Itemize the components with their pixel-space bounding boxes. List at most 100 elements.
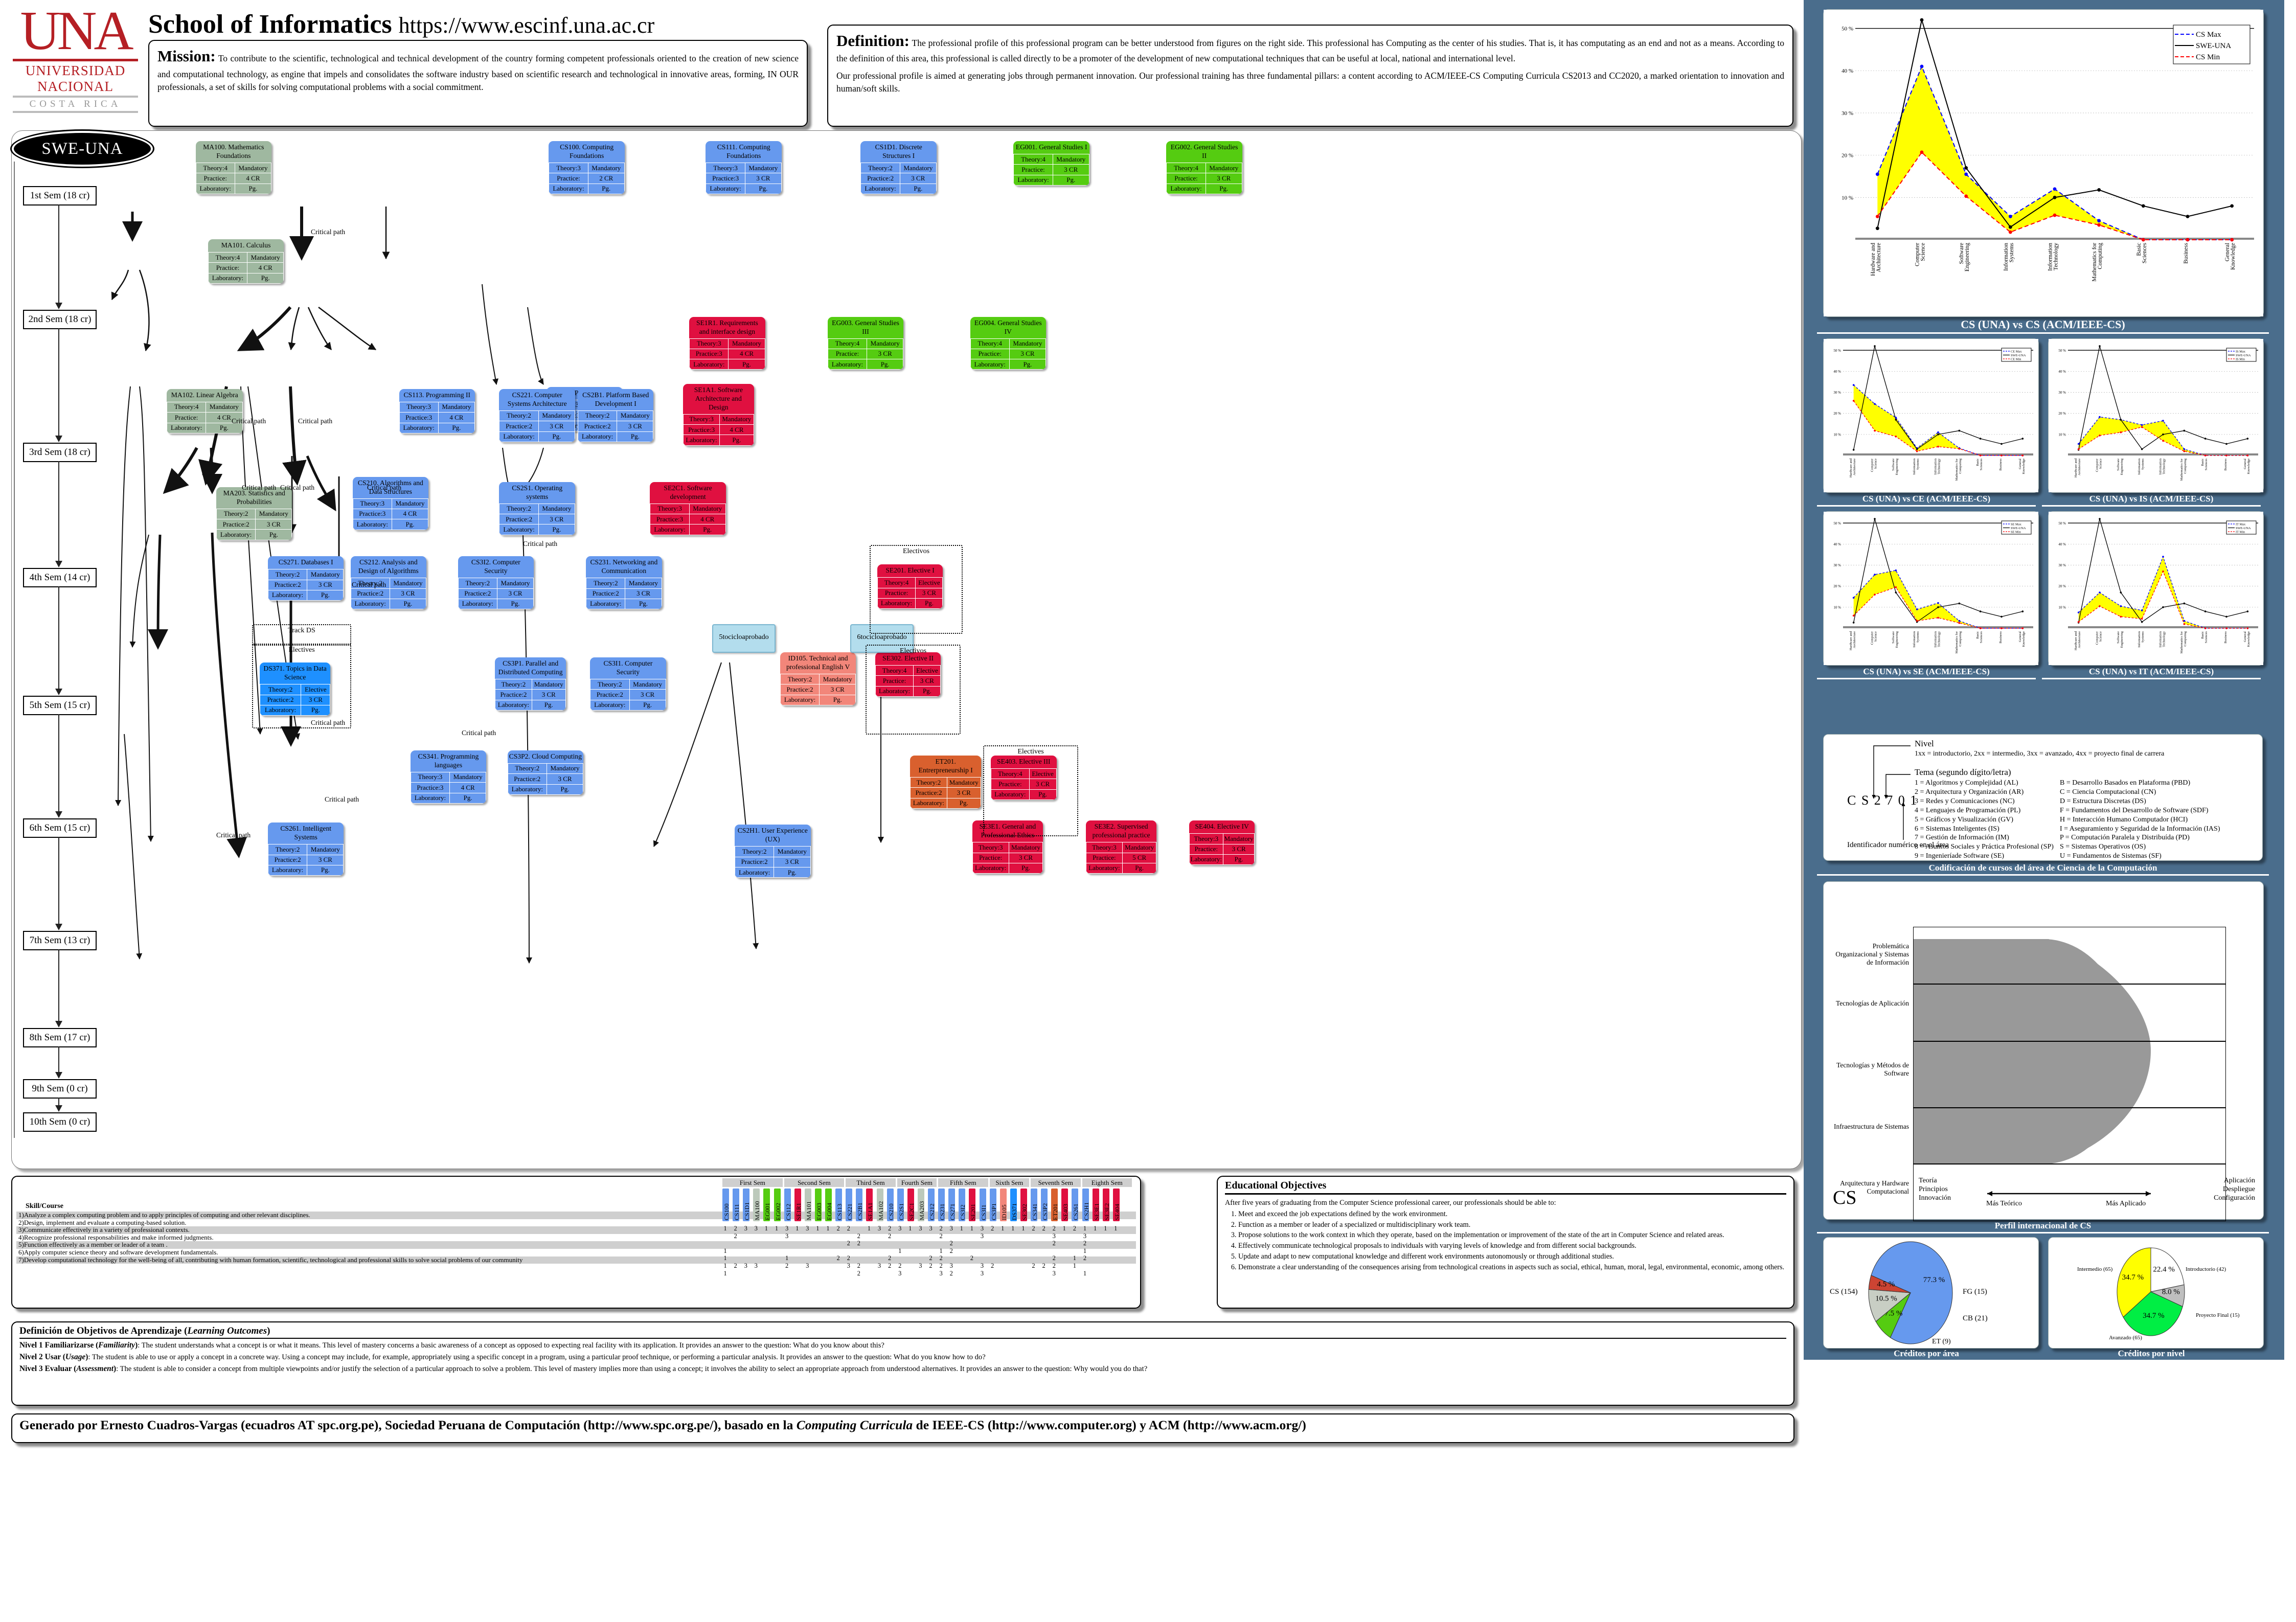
course-box-cs341[interactable]: CS341. Programming languages Theory:3 Mand… xyxy=(410,750,487,804)
matrix-cell: 3 xyxy=(877,1262,881,1269)
svg-text:Basic: Basic xyxy=(1976,631,1980,639)
course-box-et201[interactable]: ET201. Entrerpreneurship I Theory:2 Mandat… xyxy=(910,756,981,809)
svg-text:Software: Software xyxy=(2117,631,2120,644)
semester-box-8: 8th Sem (17 cr) xyxy=(23,1028,97,1047)
course-box-ma101[interactable]: MA101. Calculus Theory:4 Mandatory Practice… xyxy=(208,239,284,284)
course-box-se2c1[interactable]: SE2C1. Software development Theory:3 Manda… xyxy=(650,482,726,535)
svg-text:30 %: 30 % xyxy=(2058,563,2066,567)
course-box-se404[interactable]: SE404. Elective IV Theory:3 Mandatory Pract… xyxy=(1189,820,1255,865)
matrix-cell: 1 xyxy=(723,1247,727,1254)
course-title: CS271. Databases I xyxy=(278,558,333,566)
course-box-cs111[interactable]: CS111. Computing Foundations Theory:3 Mand… xyxy=(706,141,782,195)
educational-objectives-title: Educational Objectives xyxy=(1225,1180,1786,1195)
course-box-cs100[interactable]: CS100. Computing Foundations Theory:3 Mand… xyxy=(549,141,625,195)
credits-level-title: Créditos por nivel xyxy=(2118,1349,2185,1358)
semester-box-6: 6th Sem (15 cr) xyxy=(23,818,97,838)
course-box-cs1d1[interactable]: CS1D1. Discrete Structures I Theory:2 Mand… xyxy=(860,141,937,195)
course-box-cs3p1[interactable]: CS3P1. Parallel and Distributed Computin… xyxy=(495,657,566,711)
course-box-ma203[interactable]: MA203. Statistics and Probabilities Theor… xyxy=(216,487,292,540)
svg-text:Computing: Computing xyxy=(2097,243,2103,269)
course-box-id105[interactable]: ID105. Technical and professional Englis… xyxy=(780,652,856,705)
svg-text:10 %: 10 % xyxy=(1833,432,1841,437)
course-credits: 3 CR xyxy=(774,856,811,868)
course-practice: Practice:2 xyxy=(910,787,947,798)
course-box-cs261[interactable]: CS261. Intelligent Systems Theory:2 Mandat… xyxy=(267,823,344,876)
matrix-cell: 3 xyxy=(919,1225,922,1232)
matrix-cell: 2 xyxy=(847,1225,850,1232)
course-laboratory: Laboratory: xyxy=(860,183,900,195)
svg-text:50 %: 50 % xyxy=(1833,349,1841,353)
educational-objectives-panel: Educational Objectives After five years … xyxy=(1217,1176,1794,1309)
course-box-cs221[interactable]: CS221. Computer Systems Architecture Theo… xyxy=(499,389,575,442)
educational-objectives-list: Meet and exceed the job expectations def… xyxy=(1225,1209,1786,1272)
course-box-eg004[interactable]: EG004. General Studies IV Theory:4 Mandato… xyxy=(970,316,1047,370)
svg-text:Architecture: Architecture xyxy=(2078,459,2081,475)
matrix-cell: 1 xyxy=(775,1225,779,1232)
lo-level-text: : The student is able to consider a conc… xyxy=(116,1364,1148,1373)
course-practice: Practice:3 xyxy=(706,173,745,184)
school-name: School of Informatics xyxy=(148,10,392,39)
critical-path-label: Critical path xyxy=(367,484,402,491)
matrix-cell: 2 xyxy=(857,1269,860,1277)
matrix-cell: 3 xyxy=(898,1269,902,1277)
svg-text:Information: Information xyxy=(2159,458,2163,474)
matrix-cell: 2 xyxy=(939,1254,943,1262)
svg-text:10 %: 10 % xyxy=(1833,605,1841,609)
course-box-cs3i1[interactable]: CS3I1. Computer Security Theory:2 Mandator… xyxy=(590,657,666,711)
course-title: MA101. Calculus xyxy=(221,241,271,249)
course-practice: Practice:2 xyxy=(267,854,308,865)
course-pg: Pg. xyxy=(946,797,981,809)
course-details: Theory:2 Mandatory Practice:2 3 CR Laborator… xyxy=(577,410,654,442)
course-box-eg003[interactable]: EG003. General Studies III Theory:4 Mandat… xyxy=(827,316,904,370)
profile-left-axis-label: Teoría Principios Innovación xyxy=(1919,1177,1951,1202)
course-box-ma100[interactable]: MA100. Mathematics Foundations Theory:4 Ma… xyxy=(195,141,272,195)
course-box-cs3i2[interactable]: CS3I2. Computer Security Theory:2 Mandator… xyxy=(458,556,534,610)
course-box-se3e2[interactable]: SE3E2. Supervised professional practice T… xyxy=(1085,820,1157,874)
course-credits: 3 CR xyxy=(1008,852,1043,863)
course-box-cs231[interactable]: CS231. Networking and Communication Theor… xyxy=(586,556,662,610)
semester-label: 10th Sem (0 cr) xyxy=(29,1116,90,1127)
svg-text:Business: Business xyxy=(2183,242,2189,263)
course-laboratory: Laboratory: xyxy=(410,792,450,804)
matrix-course-code: CS212 xyxy=(928,1203,936,1220)
course-credits: 3 CR xyxy=(819,684,856,695)
course-credits: 3 CR xyxy=(744,173,782,184)
svg-text:Information: Information xyxy=(2138,631,2141,647)
svg-text:Hardware and: Hardware and xyxy=(2074,631,2078,650)
course-box-eg001[interactable]: EG001. General Studies I Theory:4 Mandator… xyxy=(1013,141,1089,186)
matrix-course-chip-cs210: CS210 xyxy=(886,1189,895,1221)
course-credits: 3 CR xyxy=(1205,173,1242,184)
course-box-cs113[interactable]: CS113. Programming II Theory:3 Mandatory Pr… xyxy=(399,389,475,433)
learning-outcome-level: Nivel 1 Familiarizarse (Familiarity): Th… xyxy=(19,1340,1786,1351)
course-practice: Practice: xyxy=(1189,843,1223,855)
course-box-se1a1[interactable]: SE1A1. Software Architecture and Design T… xyxy=(683,383,754,446)
course-box-cs2h1[interactable]: CS2H1. User Experience (UX) Theory:2 Manda… xyxy=(735,825,811,878)
svg-text:20 %: 20 % xyxy=(1842,153,1853,159)
course-box-cs2b1[interactable]: CS2B1. Platform Based Development I Theor… xyxy=(577,389,654,442)
course-box-cs2s1[interactable]: CS2S1. Operating systems Theory:2 Mandator… xyxy=(499,482,575,535)
course-box-se1r1[interactable]: SE1R1. Requirements and interface design… xyxy=(689,316,765,370)
course-box-cs271[interactable]: CS271. Databases I Theory:2 Mandatory Pract… xyxy=(267,556,344,601)
course-title: EG001. General Studies I xyxy=(1015,143,1087,151)
school-url[interactable]: https://www.escinf.una.ac.cr xyxy=(399,13,655,38)
course-type: Mandatory xyxy=(617,410,654,422)
svg-text:Sciences: Sciences xyxy=(2142,242,2148,263)
svg-text:Computing: Computing xyxy=(1959,631,1962,646)
course-box-cs3p2[interactable]: CS3P2. Cloud Computing Theory:2 Mandatory P… xyxy=(507,750,584,795)
svg-text:Technology: Technology xyxy=(2053,243,2059,270)
course-details: Theory:2 Mandatory Practice:2 3 CR Laborator… xyxy=(267,569,344,601)
course-pg: Pg. xyxy=(587,183,625,195)
svg-text:Mathematics for: Mathematics for xyxy=(1955,458,1959,481)
course-box-eg002[interactable]: EG002. General Studies II Theory:4 Mandato… xyxy=(1166,141,1242,195)
matrix-cell: 2 xyxy=(1073,1225,1077,1232)
svg-text:Science: Science xyxy=(2099,459,2103,469)
course-theory: Theory:4 xyxy=(970,338,1010,349)
matrix-course-chip-eg003: EG003 xyxy=(814,1189,823,1221)
svg-text:Engineering: Engineering xyxy=(1895,458,1899,475)
course-pg: Pg. xyxy=(617,431,654,442)
course-laboratory: Laboratory: xyxy=(499,431,539,442)
course-laboratory: Laboratory: xyxy=(1166,183,1206,195)
matrix-course-chip-eg001: EG001 xyxy=(763,1189,771,1221)
logo-university-text: UNIVERSIDAD NACIONAL xyxy=(25,62,126,94)
course-box-ma102[interactable]: MA102. Linear Algebra Theory:4 Mandatory Pr… xyxy=(167,389,243,433)
